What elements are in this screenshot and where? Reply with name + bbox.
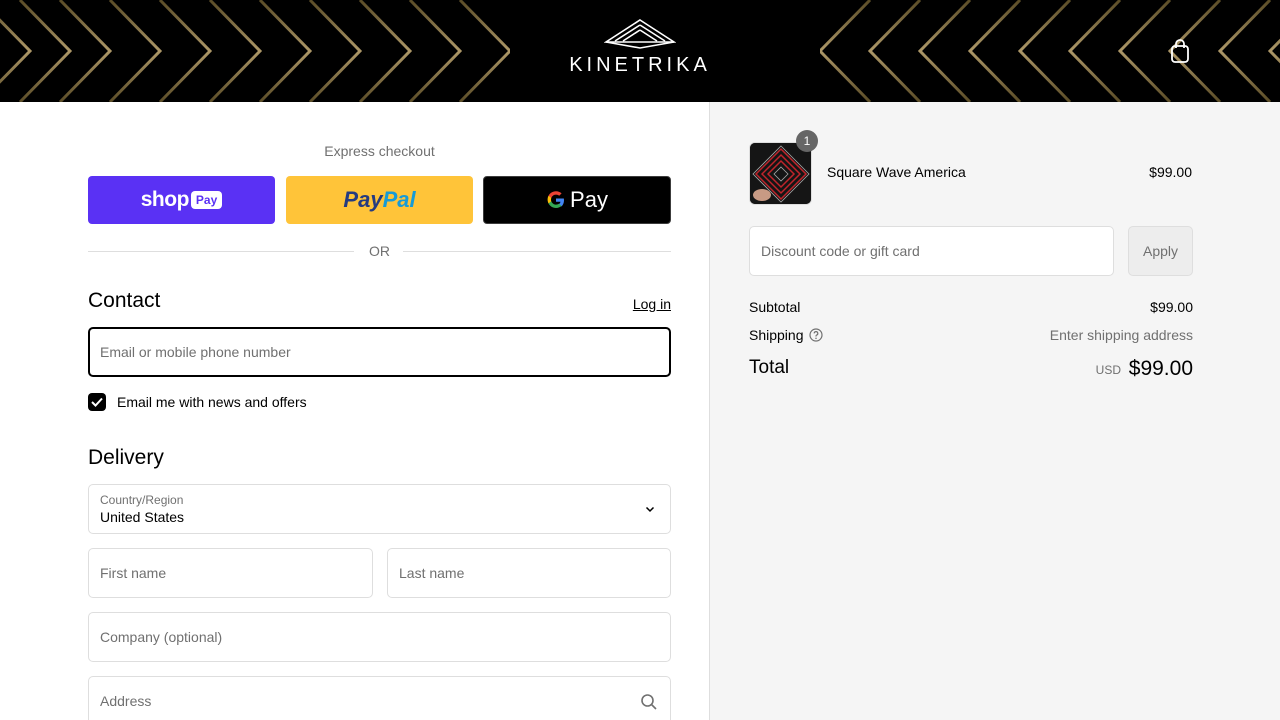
first-name-field[interactable] xyxy=(88,548,373,598)
divider-line xyxy=(403,251,671,252)
shop-pay-text: shop xyxy=(140,188,190,211)
company-input[interactable] xyxy=(100,629,659,645)
google-pay-text: Pay xyxy=(570,187,608,212)
last-name-field[interactable] xyxy=(387,548,671,598)
first-name-input[interactable] xyxy=(100,565,361,581)
total-label: Total xyxy=(749,357,790,378)
delivery-title: Delivery xyxy=(88,446,164,469)
shipping-label: Shipping xyxy=(749,327,804,343)
email-input[interactable] xyxy=(100,344,659,360)
paypal-button[interactable]: PayPal xyxy=(286,176,473,224)
subtotal-label: Subtotal xyxy=(749,299,801,315)
discount-input[interactable] xyxy=(761,243,1102,259)
diamond-logo-icon xyxy=(604,19,676,49)
company-field[interactable] xyxy=(88,612,671,662)
shop-pay-pill: Pay xyxy=(190,191,223,209)
order-summary: 1 Square Wave America $99.00 Apply Subto… xyxy=(709,102,1280,720)
google-pay-button[interactable]: Pay xyxy=(483,176,671,224)
country-select[interactable]: Country/Region United States xyxy=(88,484,671,534)
log-in-link[interactable]: Log in xyxy=(600,296,671,312)
news-offers-label: Email me with news and offers xyxy=(117,394,307,410)
subtotal-value: $99.00 xyxy=(1150,299,1193,315)
paypal-logo: PayPal xyxy=(343,187,416,212)
or-divider: OR xyxy=(88,241,671,261)
last-name-input[interactable] xyxy=(399,565,659,581)
checkout-form: Express checkout shop Pay PayPal Pay OR … xyxy=(0,102,709,720)
email-field[interactable] xyxy=(88,327,671,377)
help-circle-icon[interactable] xyxy=(809,328,823,342)
address-field[interactable] xyxy=(88,676,671,720)
product-name: Square Wave America xyxy=(827,164,966,180)
brand-name: KINETRIKA xyxy=(569,54,711,76)
news-offers-checkbox[interactable] xyxy=(88,393,106,411)
quantity-badge: 1 xyxy=(796,130,818,152)
shipping-row: Shipping Enter shipping address xyxy=(749,327,1193,347)
total-row: Total USD $99.00 xyxy=(749,357,1193,387)
currency-code: USD xyxy=(1095,363,1121,377)
product-price: $99.00 xyxy=(1149,164,1192,180)
news-offers-checkbox-row[interactable]: Email me with news and offers xyxy=(88,392,307,412)
subtotal-row: Subtotal $99.00 xyxy=(749,299,1193,319)
shipping-value: Enter shipping address xyxy=(1049,327,1193,343)
search-icon xyxy=(641,694,657,710)
contact-title: Contact xyxy=(88,289,161,312)
apply-button[interactable]: Apply xyxy=(1128,226,1193,276)
header: KINETRIKA xyxy=(0,0,1280,102)
express-checkout-label: Express checkout xyxy=(324,143,435,159)
country-label: Country/Region xyxy=(100,493,184,507)
address-input[interactable] xyxy=(100,693,659,709)
discount-field[interactable] xyxy=(749,226,1114,276)
shop-pay-button[interactable]: shop Pay xyxy=(88,176,275,224)
chevron-down-icon xyxy=(645,506,655,513)
checkmark-icon xyxy=(91,397,103,407)
cart-button[interactable] xyxy=(1168,38,1192,64)
country-value: United States xyxy=(100,509,185,525)
total-value: $99.00 xyxy=(1128,357,1193,380)
google-g-icon xyxy=(547,191,565,208)
shopping-bag-icon xyxy=(1171,39,1189,63)
playing-cards-image xyxy=(750,143,811,204)
brand-logo[interactable]: KINETRIKA xyxy=(540,18,740,84)
